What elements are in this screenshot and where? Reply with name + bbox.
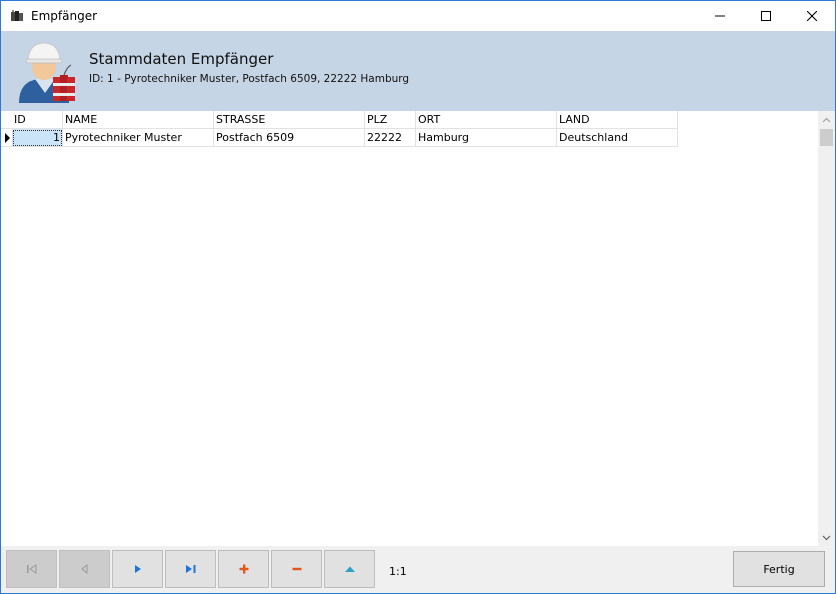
cell-strasse[interactable]: Postfach 6509 bbox=[214, 129, 365, 147]
banner-title: Stammdaten Empfänger bbox=[89, 50, 274, 68]
first-record-button[interactable] bbox=[6, 550, 57, 588]
worker-with-dynamite-icon bbox=[19, 42, 75, 103]
post-edit-button[interactable] bbox=[324, 550, 375, 588]
data-grid[interactable]: ID NAME STRASSE PLZ ORT LAND 1 Pyrotechn… bbox=[1, 111, 835, 546]
app-icon bbox=[11, 10, 23, 21]
first-record-icon bbox=[26, 564, 36, 574]
cell-ort[interactable]: Hamburg bbox=[416, 129, 557, 147]
up-triangle-icon bbox=[344, 566, 355, 572]
cell-plz[interactable]: 22222 bbox=[365, 129, 416, 147]
banner-subtitle: ID: 1 - Pyrotechniker Muster, Postfach 6… bbox=[89, 73, 410, 85]
grid-header: ID NAME STRASSE PLZ ORT LAND bbox=[1, 111, 678, 129]
minimize-icon bbox=[715, 15, 725, 17]
cell-land[interactable]: Deutschland bbox=[557, 129, 678, 147]
column-header-land[interactable]: LAND bbox=[557, 111, 678, 129]
header-indicator-cell bbox=[1, 111, 12, 129]
header-banner: Stammdaten Empfänger ID: 1 - Pyrotechnik… bbox=[1, 31, 835, 111]
column-header-ort[interactable]: ORT bbox=[416, 111, 557, 129]
plus-icon bbox=[239, 564, 248, 574]
column-header-id[interactable]: ID bbox=[12, 111, 63, 129]
window: Empfänger Stammdaten Empfänger ID: 1 - P… bbox=[0, 0, 836, 594]
title-bar[interactable]: Empfänger bbox=[1, 1, 835, 31]
cell-name[interactable]: Pyrotechniker Muster bbox=[63, 129, 214, 147]
minimize-button[interactable] bbox=[697, 1, 743, 31]
column-header-name[interactable]: NAME bbox=[63, 111, 214, 129]
scroll-up-button[interactable] bbox=[818, 111, 835, 128]
delete-record-button[interactable] bbox=[271, 550, 322, 588]
vertical-scrollbar[interactable] bbox=[818, 111, 835, 546]
column-header-plz[interactable]: PLZ bbox=[365, 111, 416, 129]
last-record-icon bbox=[185, 565, 195, 573]
column-header-strasse[interactable]: STRASSE bbox=[214, 111, 365, 129]
done-button[interactable]: Fertig bbox=[733, 551, 825, 587]
scroll-down-button[interactable] bbox=[818, 529, 835, 546]
chevron-up-icon bbox=[822, 117, 831, 122]
close-icon bbox=[807, 11, 817, 21]
next-record-button[interactable] bbox=[112, 550, 163, 588]
next-record-icon bbox=[134, 565, 141, 573]
cell-id[interactable]: 1 bbox=[12, 129, 63, 147]
window-title: Empfänger bbox=[31, 9, 98, 23]
row-indicator bbox=[1, 129, 12, 147]
chevron-down-icon bbox=[822, 535, 831, 540]
table-row[interactable]: 1 Pyrotechniker Muster Postfach 6509 222… bbox=[1, 129, 678, 147]
record-position: 1:1 bbox=[389, 565, 407, 578]
previous-record-button[interactable] bbox=[59, 550, 110, 588]
maximize-button[interactable] bbox=[743, 1, 789, 31]
insert-record-button[interactable] bbox=[218, 550, 269, 588]
current-row-arrow-icon bbox=[5, 133, 10, 143]
footer-bar: 1:1 Fertig bbox=[1, 546, 835, 593]
minus-icon bbox=[292, 567, 301, 571]
last-record-button[interactable] bbox=[165, 550, 216, 588]
scroll-thumb[interactable] bbox=[820, 129, 833, 146]
close-button[interactable] bbox=[789, 1, 835, 31]
maximize-icon bbox=[761, 11, 771, 21]
previous-record-icon bbox=[80, 564, 87, 574]
